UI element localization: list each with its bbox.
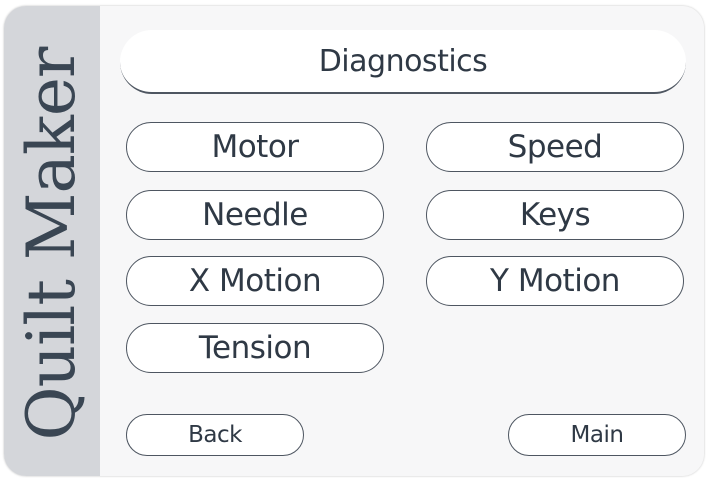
page-title: Diagnostics: [120, 30, 686, 94]
main-panel: Diagnostics Motor Speed Needle Keys X Mo…: [100, 6, 704, 476]
tension-button[interactable]: Tension: [126, 323, 384, 373]
back-button[interactable]: Back: [126, 414, 304, 456]
x-motion-button[interactable]: X Motion: [126, 256, 384, 306]
speed-button[interactable]: Speed: [426, 122, 684, 172]
main-button[interactable]: Main: [508, 414, 686, 456]
brand-panel: Quilt Maker: [4, 6, 100, 476]
motor-button[interactable]: Motor: [126, 122, 384, 172]
brand-logo: Quilt Maker: [13, 47, 90, 441]
y-motion-button[interactable]: Y Motion: [426, 256, 684, 306]
device-screen: Quilt Maker Diagnostics Motor Speed Need…: [4, 6, 704, 476]
needle-button[interactable]: Needle: [126, 190, 384, 240]
keys-button[interactable]: Keys: [426, 190, 684, 240]
